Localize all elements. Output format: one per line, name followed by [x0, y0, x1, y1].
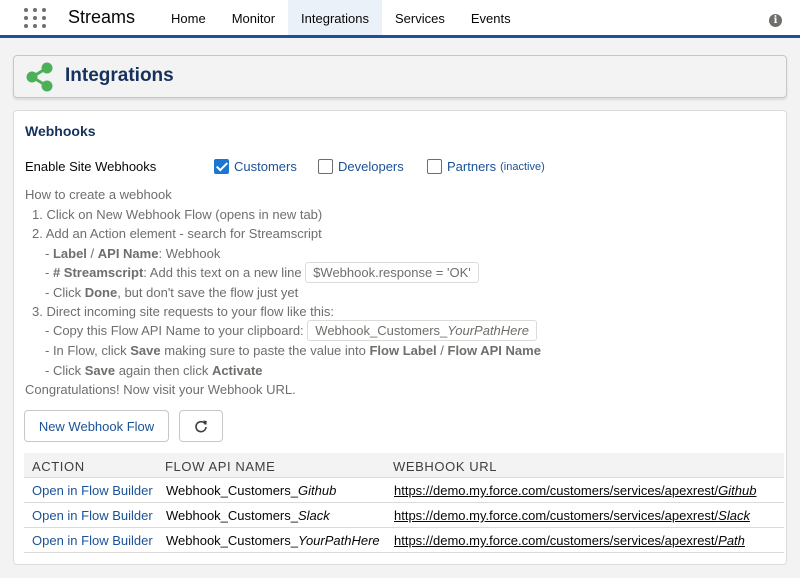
- text: : Webhook: [158, 246, 221, 261]
- bold-text: Label: [52, 246, 87, 261]
- webhook-url-link[interactable]: https://demo.my.force.com/customers/serv…: [394, 483, 756, 498]
- text: , but don't save the flow just yet: [117, 285, 299, 300]
- italic-text: Github: [298, 483, 337, 498]
- text: Webhook_Customers_: [166, 483, 298, 498]
- checkbox-unchecked-icon[interactable]: [318, 159, 333, 174]
- instructions-footer: Congratulations! Now visit your Webhook …: [25, 382, 296, 397]
- nav-tabs: Home Monitor Integrations Services Event…: [158, 0, 524, 38]
- instruction-step-2b: - # Streamscript: Add this text on a new…: [45, 262, 479, 283]
- table-row: Open in Flow Builder Webhook_Customers_S…: [24, 503, 784, 528]
- text: - Click: [45, 363, 85, 378]
- tab-services[interactable]: Services: [382, 0, 458, 35]
- italic-text: Path: [718, 533, 745, 548]
- card-title: Webhooks: [25, 123, 96, 139]
- italic-text: Slack: [298, 508, 330, 523]
- checkbox-label: Customers: [234, 159, 297, 174]
- text: making sure to paste the value into: [160, 343, 370, 358]
- flow-api-name-cell: Webhook_Customers_YourPathHere: [166, 533, 380, 548]
- open-in-flow-builder-link[interactable]: Open in Flow Builder: [32, 483, 153, 498]
- checkbox-label: Developers: [338, 159, 404, 174]
- checkbox-unchecked-icon[interactable]: [427, 159, 442, 174]
- open-in-flow-builder-link[interactable]: Open in Flow Builder: [32, 508, 153, 523]
- text: - Copy this Flow API Name to your clipbo…: [45, 323, 304, 338]
- bold-text: # Streamscript: [52, 265, 144, 280]
- instruction-step-1: 1. Click on New Webhook Flow (opens in n…: [32, 207, 323, 222]
- column-header-action: ACTION: [32, 459, 85, 474]
- bold-text: Save: [130, 343, 161, 358]
- text: - Click: [45, 285, 85, 300]
- instruction-step-3c: - Click Save again then click Activate: [45, 363, 263, 378]
- instruction-step-2c: - Click Done, but don't save the flow ju…: [45, 285, 298, 300]
- table-row: Open in Flow Builder Webhook_Customers_G…: [24, 478, 784, 503]
- flow-api-name-cell: Webhook_Customers_Slack: [166, 508, 330, 523]
- instruction-step-3b: - In Flow, click Save making sure to pas…: [45, 343, 541, 358]
- checkbox-developers[interactable]: Developers: [318, 159, 404, 174]
- open-in-flow-builder-link[interactable]: Open in Flow Builder: [32, 533, 153, 548]
- italic-text: Github: [718, 483, 757, 498]
- bold-text: API Name: [97, 246, 159, 261]
- page-title: Integrations: [65, 65, 174, 86]
- streamscript-code[interactable]: $Webhook.response = 'OK': [305, 262, 479, 283]
- text: Webhook_Customers_: [166, 508, 298, 523]
- table-row: Open in Flow Builder Webhook_Customers_Y…: [24, 528, 784, 553]
- italic-text: YourPathHere: [447, 323, 529, 338]
- enable-site-webhooks-label: Enable Site Webhooks: [25, 159, 157, 174]
- text: /: [436, 343, 448, 358]
- bold-text: Flow API Name: [447, 343, 541, 358]
- instruction-step-2a: - Label / API Name: Webhook: [45, 246, 221, 261]
- text: : Add this text on a new line: [143, 265, 302, 280]
- global-header: Streams Home Monitor Integrations Servic…: [0, 0, 800, 38]
- refresh-icon: [195, 420, 207, 433]
- text: Webhook_Customers_: [166, 533, 298, 548]
- checkbox-checked-icon[interactable]: [214, 159, 229, 174]
- tab-home[interactable]: Home: [158, 0, 219, 35]
- checkbox-label: Partners: [447, 159, 497, 174]
- flow-api-name-code[interactable]: Webhook_Customers_YourPathHere: [307, 320, 537, 341]
- italic-text: Slack: [718, 508, 750, 523]
- column-header-webhook-url: WEBHOOK URL: [393, 459, 498, 474]
- new-webhook-flow-button[interactable]: New Webhook Flow: [24, 410, 169, 442]
- text: https://demo.my.force.com/customers/serv…: [394, 508, 719, 523]
- instruction-step-3: 3. Direct incoming site requests to your…: [32, 304, 335, 319]
- instructions-heading: How to create a webhook: [25, 187, 172, 202]
- table-header: ACTION FLOW API NAME WEBHOOK URL: [24, 453, 784, 478]
- refresh-button[interactable]: [179, 410, 223, 442]
- text: - In Flow, click: [45, 343, 131, 358]
- webhooks-card: Webhooks Enable Site Webhooks Customers …: [13, 110, 787, 565]
- text: /: [86, 246, 98, 261]
- inactive-badge: (inactive): [500, 160, 545, 173]
- checkbox-customers[interactable]: Customers: [214, 159, 297, 174]
- instruction-step-3a: - Copy this Flow API Name to your clipbo…: [45, 320, 537, 341]
- info-icon[interactable]: i: [769, 14, 782, 27]
- bold-text: Flow Label: [369, 343, 437, 358]
- app-name: Streams: [68, 7, 136, 27]
- webhooks-table: ACTION FLOW API NAME WEBHOOK URL Open in…: [24, 453, 784, 553]
- page-header: Integrations: [13, 55, 787, 98]
- column-header-flow-api-name: FLOW API NAME: [165, 459, 276, 474]
- instruction-step-2: 2. Add an Action element - search for St…: [32, 226, 322, 241]
- bold-text: Save: [84, 363, 116, 378]
- checkbox-partners[interactable]: Partners (inactive): [427, 159, 545, 174]
- text: https://demo.my.force.com/customers/serv…: [394, 533, 719, 548]
- text: again then click: [115, 363, 212, 378]
- flow-api-name-cell: Webhook_Customers_Github: [166, 483, 336, 498]
- webhook-url-link[interactable]: https://demo.my.force.com/customers/serv…: [394, 533, 745, 548]
- bold-text: Activate: [211, 363, 263, 378]
- text: Webhook_Customers_: [315, 323, 448, 338]
- app-launcher-icon[interactable]: [24, 8, 48, 30]
- tab-events[interactable]: Events: [458, 0, 524, 35]
- share-icon: [26, 62, 53, 92]
- webhook-url-link[interactable]: https://demo.my.force.com/customers/serv…: [394, 508, 750, 523]
- text: https://demo.my.force.com/customers/serv…: [394, 483, 719, 498]
- italic-text: YourPathHere: [298, 533, 380, 548]
- tab-integrations[interactable]: Integrations: [288, 0, 382, 38]
- tab-monitor[interactable]: Monitor: [219, 0, 288, 35]
- bold-text: Done: [84, 285, 118, 300]
